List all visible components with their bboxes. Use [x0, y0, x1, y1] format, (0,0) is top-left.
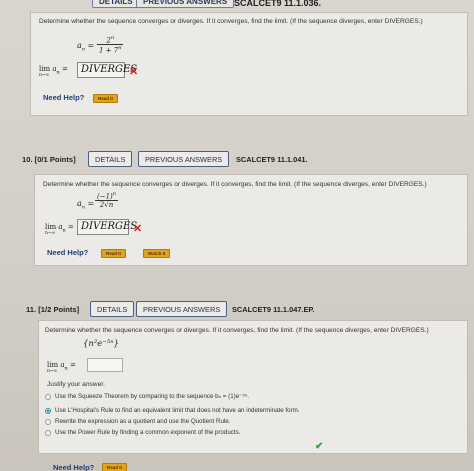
question-11-box: Determine whether the sequence converges… — [38, 320, 468, 471]
q11-option-4-radio[interactable] — [45, 430, 51, 436]
q10-an-label: an = — [77, 199, 95, 211]
q11-prompt: Determine whether the sequence converges… — [45, 327, 429, 334]
q9-answer-field[interactable]: DIVERGES — [77, 62, 137, 78]
q10-prompt: Determine whether the sequence converges… — [43, 181, 427, 188]
q9-fraction: 2n 1 + 7n — [97, 35, 124, 55]
q11-limit-sub: n→∞ — [47, 369, 58, 374]
question-9-box: Determine whether the sequence converges… — [30, 12, 468, 116]
q10-question-code: SCALCET9 11.1.041. — [236, 155, 308, 164]
q11-option-2-label: Use L'Hospital's Rule to find an equival… — [55, 407, 300, 414]
page: DETAILS PREVIOUS ANSWERS SCALCET9 11.1.0… — [0, 0, 474, 471]
q11-answer-field[interactable] — [87, 358, 123, 372]
q11-justify-label: Justify your answer. — [47, 381, 105, 388]
q11-option-2-radio[interactable] — [45, 408, 51, 414]
q11-option-3[interactable]: Rewrite the expression as a quotient and… — [45, 418, 325, 427]
q11-option-1[interactable]: Use the Squeeze Theorem by comparing to … — [45, 393, 325, 402]
q11-option-4-label: Use the Power Rule by finding a common e… — [55, 429, 241, 436]
q10-need-help-label: Need Help? — [47, 248, 89, 257]
q10-previous-answers-button[interactable]: PREVIOUS ANSWERS — [138, 151, 230, 167]
q9-prompt: Determine whether the sequence converges… — [39, 18, 423, 25]
q11-option-3-radio[interactable] — [45, 419, 51, 425]
q10-read-it-button[interactable]: Read It — [101, 249, 127, 258]
q11-question-code: SCALCET9 11.1.047.EP. — [232, 305, 315, 314]
q11-previous-answers-button[interactable]: PREVIOUS ANSWERS — [136, 301, 228, 317]
q10-details-button[interactable]: DETAILS — [88, 151, 133, 167]
q11-read-it-button[interactable]: Read It — [102, 463, 128, 471]
q10-title: 10. [0/1 Points] — [22, 155, 76, 164]
q9-need-help-label: Need Help? — [43, 93, 85, 102]
q10-wrong-mark: ✕ — [133, 223, 143, 235]
q11-details-button[interactable]: DETAILS — [90, 301, 135, 317]
q9-limit-sub: n→∞ — [39, 73, 50, 78]
q11-option-1-radio[interactable] — [45, 394, 51, 400]
top-details-button[interactable]: DETAILS — [92, 0, 140, 8]
q10-fraction: (−1)n 2√n — [95, 191, 119, 210]
q10-limit-sub: n→∞ — [45, 231, 56, 236]
q11-option-4[interactable]: Use the Power Rule by finding a common e… — [45, 429, 325, 438]
q9-wrong-mark: ✕ — [129, 66, 139, 78]
q11-need-help-label: Need Help? — [53, 463, 95, 471]
top-question-code: SCALCET9 11.1.036. — [234, 0, 322, 8]
q11-option-3-label: Rewrite the expression as a quotient and… — [55, 418, 231, 425]
q9-read-it-button[interactable]: Read It — [93, 94, 119, 103]
q11-title: 11. [1/2 Points] — [26, 305, 80, 314]
q10-answer-field[interactable]: DIVERGES — [77, 219, 137, 235]
question-10-box: Determine whether the sequence converges… — [34, 174, 468, 266]
top-strip: DETAILS PREVIOUS ANSWERS SCALCET9 11.1.0… — [0, 0, 474, 10]
q11-option-1-label: Use the Squeeze Theorem by comparing to … — [55, 393, 249, 400]
q9-an-label: an = — [77, 41, 95, 53]
top-previous-answers-button[interactable]: PREVIOUS ANSWERS — [136, 0, 235, 8]
q11-option-2[interactable]: Use L'Hospital's Rule to find an equival… — [45, 407, 325, 416]
q10-watch-it-button[interactable]: Watch It — [143, 249, 171, 258]
q11-sequence: {n²e⁻⁵ⁿ} — [83, 339, 120, 349]
q11-correct-check: ✔ — [315, 441, 324, 452]
